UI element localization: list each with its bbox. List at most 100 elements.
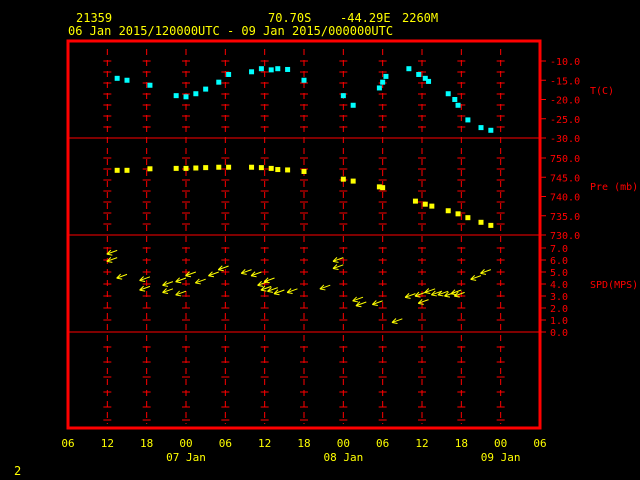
temp-point-16 (350, 102, 356, 108)
wind-arrow-7 (175, 277, 187, 284)
pressure-point-23 (455, 211, 461, 217)
pressure-point-15 (340, 176, 346, 182)
pressure-point-12 (275, 167, 281, 173)
y-tick-label-2-4: 3.0 (550, 292, 568, 303)
x-tick-label-6: 18 (297, 437, 310, 450)
day-label-0: 07 Jan (166, 451, 206, 464)
wind-arrow-17 (263, 277, 275, 284)
wind-arrow-37 (470, 274, 482, 281)
pressure-point-26 (488, 222, 494, 228)
x-tick-label-1: 12 (101, 437, 114, 450)
wind-arrow-20 (286, 288, 298, 295)
pressure-point-21 (429, 203, 435, 209)
temp-point-7 (216, 79, 222, 85)
y-tick-label-2-5: 2.0 (550, 304, 568, 315)
y-tick-label-1-3: 735.0 (550, 212, 580, 223)
pressure-point-16 (350, 178, 356, 184)
pressure-point-5 (193, 165, 199, 171)
pressure-point-9 (249, 164, 255, 170)
y-tick-label-0-3: -25.0 (550, 115, 580, 126)
pressure-point-22 (445, 208, 451, 214)
temp-point-12 (275, 66, 281, 72)
y-tick-label-0-2: -20.0 (550, 96, 580, 107)
temp-point-27 (465, 117, 471, 123)
y-tick-label-1-1: 745.0 (550, 173, 580, 184)
temp-point-0 (114, 75, 120, 81)
temp-point-29 (488, 127, 494, 133)
wind-arrow-26 (371, 300, 383, 307)
y-tick-label-0-4: -30.0 (550, 134, 580, 145)
y-tick-label-2-2: 5.0 (550, 268, 568, 279)
pressure-point-14 (301, 168, 307, 174)
temp-point-6 (203, 86, 209, 92)
pressure-point-25 (478, 219, 484, 225)
wind-arrow-5 (162, 280, 174, 287)
wind-arrow-1 (106, 256, 118, 263)
temp-point-9 (249, 69, 255, 75)
temp-point-11 (268, 67, 274, 73)
meteogram-chart: -10.0 -15.0 -20.0 -25.0 -30.0 T(C) 750.0 745.0 7… (61, 39, 638, 464)
wind-arrow-4 (139, 285, 151, 292)
wind-arrow-3 (139, 276, 151, 283)
y-tick-label-2-6: 1.0 (550, 316, 568, 327)
y-tick-label-0-0: -10.0 (550, 57, 580, 68)
x-tick-label-0: 06 (61, 437, 74, 450)
day-label-2: 09 Jan (481, 451, 521, 464)
temp-point-24 (445, 91, 451, 97)
y-tick-label-2-7: 0.0 (550, 328, 568, 339)
wind-arrow-27 (391, 318, 403, 325)
temp-point-18 (380, 79, 386, 85)
pressure-point-11 (268, 165, 274, 171)
x-tick-label-2: 18 (140, 437, 153, 450)
wind-arrow-12 (217, 265, 229, 272)
pressure-point-4 (183, 165, 189, 171)
temp-point-23 (426, 78, 432, 84)
temp-point-10 (258, 66, 264, 72)
wind-arrow-10 (194, 278, 206, 285)
wind-arrow-0 (106, 249, 118, 256)
wind-arrow-8 (175, 290, 187, 297)
y-tick-label-1-4: 730.0 (550, 231, 580, 242)
wind-arrow-6 (162, 288, 174, 295)
wind-arrow-14 (250, 271, 262, 278)
pressure-point-18 (380, 185, 386, 191)
x-tick-label-3: 00 (179, 437, 192, 450)
panel-label-0: T(C) (590, 86, 614, 97)
temp-point-1 (124, 77, 130, 83)
temp-point-21 (416, 71, 422, 77)
temp-point-15 (340, 93, 346, 99)
x-tick-label-12: 06 (533, 437, 546, 450)
pressure-point-6 (203, 165, 209, 171)
pressure-point-3 (173, 165, 179, 171)
x-tick-label-9: 12 (415, 437, 428, 450)
x-tick-label-8: 06 (376, 437, 389, 450)
temp-point-13 (285, 66, 291, 72)
wind-arrow-13 (240, 268, 252, 275)
panel-label-1: Pre (mb) (590, 182, 638, 193)
wind-arrow-24 (352, 296, 364, 303)
wind-arrow-23 (332, 264, 344, 271)
wind-arrow-2 (116, 273, 128, 280)
wind-arrow-30 (417, 298, 429, 305)
wind-arrow-28 (404, 292, 416, 299)
x-tick-label-7: 00 (337, 437, 350, 450)
y-tick-label-2-3: 4.0 (550, 280, 568, 291)
y-tick-label-2-1: 6.0 (550, 256, 568, 267)
temp-point-2 (147, 82, 153, 88)
y-tick-label-0-1: -15.0 (550, 76, 580, 87)
day-label-1: 08 Jan (323, 451, 363, 464)
x-tick-label-5: 12 (258, 437, 271, 450)
temp-point-25 (452, 97, 458, 102)
pressure-point-24 (465, 215, 471, 221)
temp-point-5 (193, 91, 199, 97)
pressure-point-0 (114, 167, 120, 173)
x-tick-label-11: 00 (494, 437, 507, 450)
y-tick-label-2-0: 7.0 (550, 244, 568, 255)
pressure-point-8 (226, 164, 232, 170)
wind-arrow-11 (208, 271, 219, 278)
x-tick-label-10: 18 (455, 437, 468, 450)
x-tick-label-4: 06 (219, 437, 232, 450)
pressure-point-2 (147, 166, 153, 172)
temp-point-19 (383, 73, 389, 79)
pressure-point-10 (258, 165, 264, 171)
